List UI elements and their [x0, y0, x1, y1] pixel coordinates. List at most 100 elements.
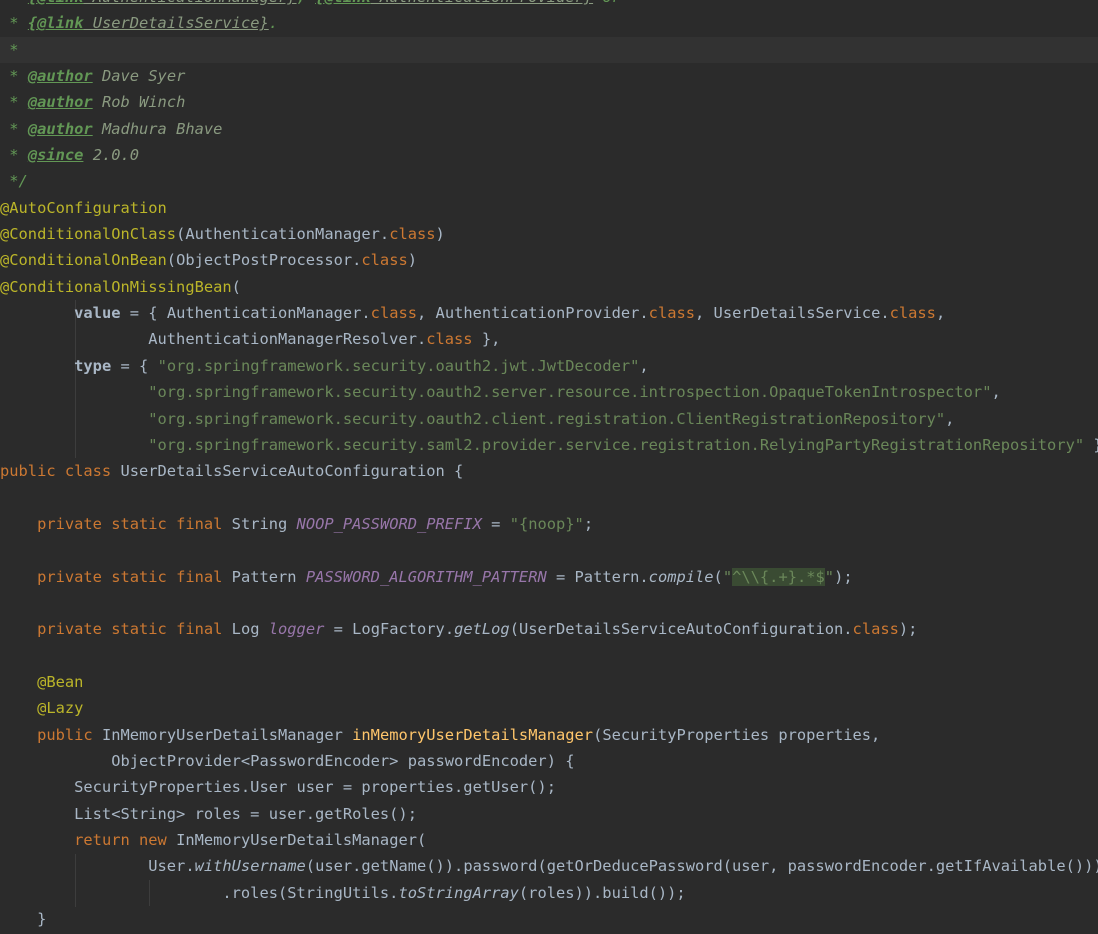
code-line[interactable]: private static final Pattern PASSWORD_AL… — [0, 564, 1098, 590]
code-token-doclink: UserDetailsService} — [83, 14, 269, 33]
code-line[interactable]: "org.springframework.security.saml2.prov… — [0, 432, 1098, 458]
code-token-ann: @ConditionalOnClass — [0, 225, 177, 244]
code-token-plain: (AuthenticationManager. — [176, 225, 390, 244]
code-token-plain: (roles)).build()); — [518, 883, 686, 902]
code-token-plain: }) — [1084, 436, 1098, 454]
code-token-attr: value — [74, 304, 121, 323]
code-token-docval: 2.0.0 — [83, 146, 140, 165]
code-token-plain: , — [991, 383, 1001, 402]
code-token-doc: * — [0, 67, 28, 86]
code-line[interactable]: "org.springframework.security.oauth2.ser… — [0, 379, 1098, 405]
code-token-plain: InMemoryUserDetailsManager — [92, 725, 353, 744]
code-token-plain: AuthenticationManagerResolver. — [0, 330, 427, 349]
code-line[interactable]: } — [0, 906, 1098, 932]
code-line[interactable]: ObjectProvider<PasswordEncoder> password… — [0, 748, 1098, 774]
code-line[interactable]: @ConditionalOnBean(ObjectPostProcessor.c… — [0, 247, 1098, 273]
code-token-doctag: @author — [27, 93, 93, 112]
code-line[interactable]: * {@link AuthenticationManager}, {@link … — [0, 0, 1098, 10]
code-token-str: "{noop}" — [509, 514, 584, 533]
code-token-plain: = { AuthenticationManager. — [120, 304, 371, 323]
code-line[interactable] — [0, 643, 1098, 669]
code-token-plain: (user.getName()).password(getOrDeducePas… — [305, 857, 1098, 876]
code-line[interactable]: * @since 2.0.0 — [0, 142, 1098, 168]
code-line[interactable]: .roles(StringUtils.toStringArray(roles))… — [0, 880, 1098, 906]
code-line[interactable]: value = { AuthenticationManager.class, A… — [0, 300, 1098, 326]
code-token-docval: Rob Winch — [92, 93, 186, 112]
code-token-plain: ) — [435, 225, 445, 244]
code-token-doc: , — [297, 0, 316, 6]
code-line[interactable]: * @author Rob Winch — [0, 89, 1098, 115]
code-token-doc: * — [0, 119, 28, 138]
code-token-plain: } — [0, 910, 47, 929]
code-token-plain: }, — [472, 330, 501, 349]
code-line[interactable]: type = { "org.springframework.security.o… — [0, 353, 1098, 379]
code-line[interactable]: * {@link UserDetailsService}. — [0, 10, 1098, 36]
code-token-plain: Log — [222, 620, 269, 639]
code-token-plain: Pattern — [222, 567, 306, 586]
ide-editor-viewport: { "palette": { "background": "#2b2b2b", … — [0, 0, 1098, 928]
code-line[interactable]: * @author Madhura Bhave — [0, 116, 1098, 142]
code-line[interactable]: private static final String NOOP_PASSWOR… — [0, 511, 1098, 537]
code-token-plain: ( — [713, 567, 723, 586]
code-token-kw: public — [37, 725, 93, 744]
code-token-plain: = LogFactory. — [324, 620, 455, 639]
code-line[interactable]: @ConditionalOnClass(AuthenticationManage… — [0, 221, 1098, 247]
code-token-plain: InMemoryUserDetailsManager( — [166, 831, 427, 849]
code-line[interactable]: AuthenticationManagerResolver.class }, — [0, 326, 1098, 352]
code-line[interactable] — [0, 485, 1098, 511]
code-token-plain: (ObjectPostProcessor. — [166, 251, 362, 270]
code-token-plain: (UserDetailsServiceAutoConfiguration. — [509, 620, 853, 639]
code-token-str: "org.springframework.security.saml2.prov… — [148, 435, 1085, 454]
code-token-doc: * — [0, 0, 28, 6]
code-token-plain: , — [639, 356, 649, 375]
code-line[interactable]: public class UserDetailsServiceAutoConfi… — [0, 458, 1098, 484]
code-line[interactable]: User.withUsername(user.getName()).passwo… — [0, 853, 1098, 879]
code-token-plain: List<String> roles = user.getRoles(); — [0, 804, 417, 823]
code-token-str: " — [824, 567, 835, 586]
code-token-doc: * — [0, 40, 19, 59]
code-line[interactable]: */ — [0, 168, 1098, 194]
code-token-ann: @ConditionalOnBean — [0, 251, 167, 270]
code-line[interactable]: List<String> roles = user.getRoles(); — [0, 801, 1098, 827]
code-token-plain: , AuthenticationProvider. — [417, 304, 649, 323]
code-line-current[interactable]: * — [0, 36, 1098, 64]
code-token-ann: @ConditionalOnMissingBean — [0, 277, 232, 296]
code-line[interactable]: SecurityProperties.User user = propertie… — [0, 774, 1098, 800]
code-line[interactable]: * @author Dave Syer — [0, 63, 1098, 89]
code-line[interactable]: "org.springframework.security.oauth2.cli… — [0, 406, 1098, 432]
code-line[interactable]: return new InMemoryUserDetailsManager( — [0, 827, 1098, 853]
code-token-doc: * — [0, 93, 28, 112]
code-token-ann: @Bean — [37, 672, 84, 691]
code-editor[interactable]: * {@link AuthenticationManager}, {@link … — [0, 0, 1098, 932]
code-token-smeth: compile — [648, 567, 714, 586]
code-token-plain: SecurityProperties.User user = propertie… — [0, 778, 556, 797]
code-token-docval: Madhura Bhave — [92, 119, 223, 138]
code-token-ann: @AutoConfiguration — [0, 198, 167, 217]
code-token-plain: ( — [231, 277, 241, 296]
code-token-attr: type — [74, 356, 112, 375]
code-token-kw: class — [389, 225, 436, 244]
code-line[interactable]: public InMemoryUserDetailsManager inMemo… — [0, 722, 1098, 748]
code-line[interactable] — [0, 537, 1098, 563]
code-line[interactable]: @AutoConfiguration — [0, 195, 1098, 221]
code-token-doctag: @author — [27, 67, 93, 86]
code-line[interactable]: @ConditionalOnMissingBean( — [0, 274, 1098, 300]
code-line[interactable]: private static final Log logger = LogFac… — [0, 616, 1098, 642]
code-token-plain: = — [481, 514, 510, 533]
code-token-doc: . — [268, 14, 279, 33]
code-token-rex: ^\\{.+}.*$ — [732, 567, 825, 586]
code-token-kw: return new — [74, 831, 167, 849]
code-token-plain: ; — [583, 514, 594, 533]
code-line[interactable]: @Lazy — [0, 695, 1098, 721]
code-token-ann: @Lazy — [37, 699, 84, 718]
code-line[interactable]: @Bean — [0, 669, 1098, 695]
code-token-smeth: withUsername — [194, 857, 306, 876]
code-line[interactable] — [0, 590, 1098, 616]
